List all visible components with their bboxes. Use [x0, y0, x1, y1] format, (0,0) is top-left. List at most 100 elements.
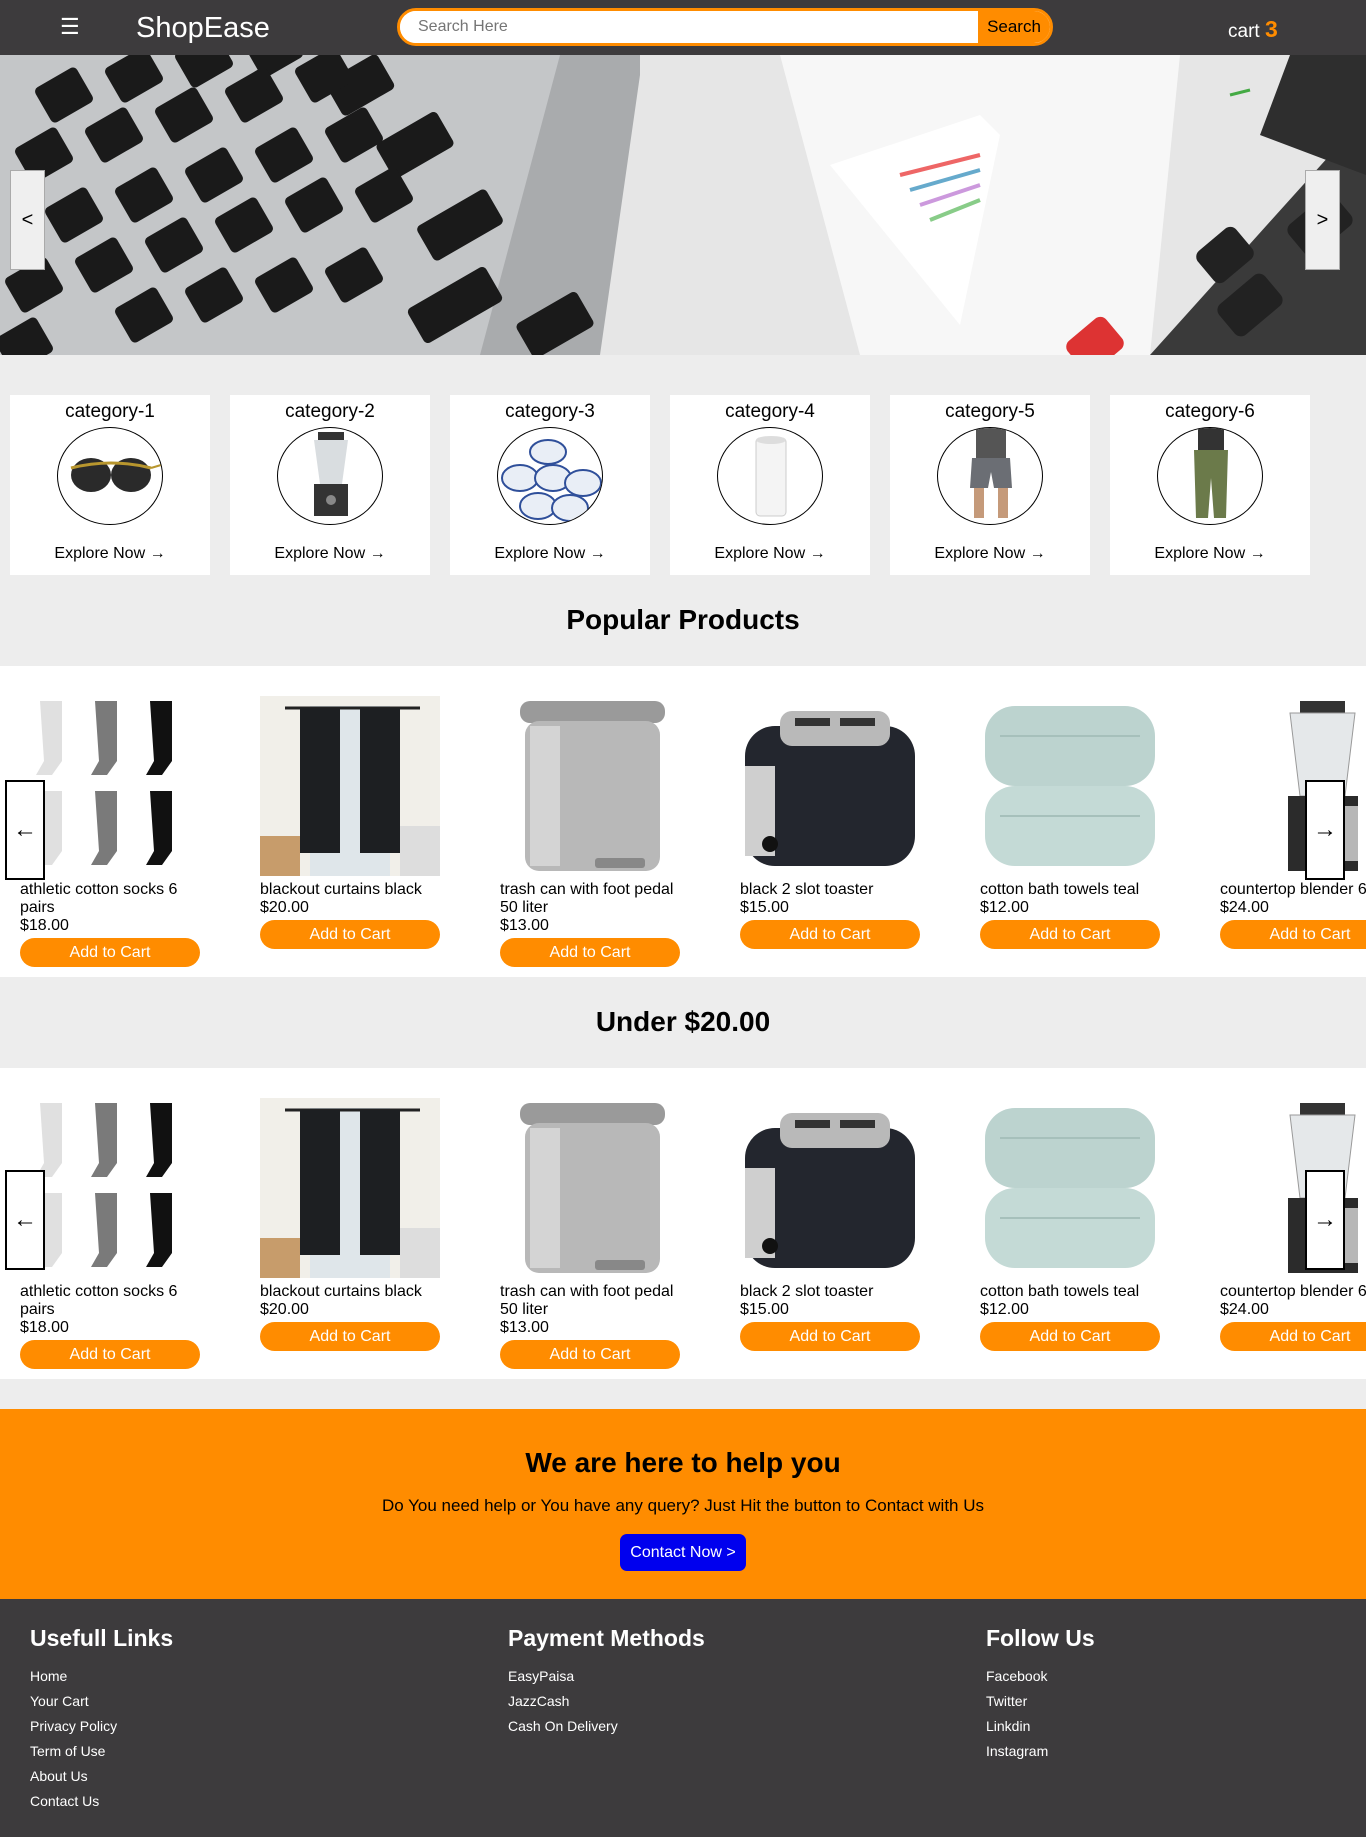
product-name[interactable]: cotton bath towels teal [980, 1283, 1160, 1301]
add-to-cart-button[interactable]: Add to Cart [20, 938, 200, 967]
product-price: $20.00 [260, 1301, 309, 1318]
explore-now-link[interactable]: Explore Now → [670, 545, 870, 563]
popular-products-title: Popular Products [566, 604, 800, 635]
popular-products-carousel: athletic cotton socks 6 pairs $18.00 Add… [0, 666, 1366, 977]
add-to-cart-button[interactable]: Add to Cart [20, 1340, 200, 1369]
footer-useful-links: Usefull Links Home Your Cart Privacy Pol… [30, 1625, 173, 1814]
carousel-prev-arrow-icon[interactable]: ← [5, 780, 45, 880]
product-name[interactable]: countertop blender 6 [1220, 1283, 1366, 1301]
curtains-image [260, 1098, 440, 1278]
explore-now-link[interactable]: Explore Now → [1110, 545, 1310, 563]
brand-logo[interactable]: ShopEase [136, 10, 270, 46]
add-to-cart-button[interactable]: Add to Cart [740, 1322, 920, 1351]
shorts-image [937, 427, 1043, 525]
category-card-3[interactable]: category-3 Explore Now → [450, 395, 650, 575]
category-name: category-3 [505, 401, 595, 422]
top-navbar: ☰ ShopEase Search cart 3 [0, 0, 1366, 55]
category-card-5[interactable]: category-5 Explore Now → [890, 395, 1090, 575]
socks-image [20, 1098, 200, 1278]
add-to-cart-button[interactable]: Add to Cart [980, 920, 1160, 949]
help-text: Do You need help or You have any query? … [381, 1496, 984, 1515]
search-button[interactable]: Search [978, 11, 1050, 43]
product-price: $18.00 [20, 917, 69, 934]
add-to-cart-button[interactable]: Add to Cart [260, 920, 440, 949]
product-card: athletic cotton socks 6 pairs $18.00 Add… [20, 696, 200, 967]
footer-link-about-us[interactable]: About Us [30, 1764, 173, 1789]
product-name[interactable]: black 2 slot toaster [740, 881, 920, 899]
category-card-1[interactable]: category-1 Explore Now → [10, 395, 210, 575]
cart-label: cart [1228, 21, 1260, 42]
search-bar: Search [397, 8, 1053, 46]
hero-next-button[interactable]: > [1305, 170, 1340, 270]
add-to-cart-button[interactable]: Add to Cart [260, 1322, 440, 1351]
product-price: $13.00 [500, 917, 549, 934]
contact-now-button[interactable]: Contact Now > [620, 1534, 746, 1571]
product-name[interactable]: athletic cotton socks 6 pairs [20, 1283, 200, 1319]
product-card: trash can with foot pedal 50 liter $13.0… [500, 696, 680, 967]
add-to-cart-button[interactable]: Add to Cart [1220, 1322, 1366, 1351]
footer-heading: Payment Methods [508, 1625, 705, 1651]
footer-link-your-cart[interactable]: Your Cart [30, 1689, 173, 1714]
category-card-4[interactable]: category-4 Explore Now → [670, 395, 870, 575]
add-to-cart-button[interactable]: Add to Cart [980, 1322, 1160, 1351]
curtains-image [260, 696, 440, 876]
footer-link-cash-on-delivery[interactable]: Cash On Delivery [508, 1714, 705, 1739]
category-name: category-1 [65, 401, 155, 422]
product-name[interactable]: blackout curtains black [260, 1283, 440, 1301]
blender-image [277, 427, 383, 525]
footer-link-privacy-policy[interactable]: Privacy Policy [30, 1714, 173, 1739]
product-price: $18.00 [20, 1319, 69, 1336]
cart-link[interactable]: cart 3 [1228, 15, 1278, 46]
product-name[interactable]: athletic cotton socks 6 pairs [20, 881, 200, 917]
footer-link-easypaisa[interactable]: EasyPaisa [508, 1664, 705, 1689]
category-name: category-4 [725, 401, 815, 422]
explore-now-link[interactable]: Explore Now → [230, 545, 430, 563]
bath-towels-image [980, 1098, 1160, 1278]
product-name[interactable]: black 2 slot toaster [740, 1283, 920, 1301]
product-name[interactable]: cotton bath towels teal [980, 881, 1160, 899]
add-to-cart-button[interactable]: Add to Cart [740, 920, 920, 949]
explore-now-link[interactable]: Explore Now → [10, 545, 210, 563]
product-card: black 2 slot toaster $15.00 Add to Cart [740, 696, 920, 949]
product-name[interactable]: trash can with foot pedal 50 liter [500, 1283, 680, 1319]
help-section: We are here to help you Do You need help… [0, 1409, 1366, 1599]
footer-link-twitter[interactable]: Twitter [986, 1689, 1095, 1714]
product-card: athletic cotton socks 6 pairs $18.00 Add… [20, 1098, 200, 1369]
footer-link-facebook[interactable]: Facebook [986, 1664, 1095, 1689]
category-card-6[interactable]: category-6 Explore Now → [1110, 395, 1310, 575]
footer-link-home[interactable]: Home [30, 1664, 173, 1689]
carousel-next-arrow-icon[interactable]: → [1305, 1170, 1345, 1270]
hero-prev-button[interactable]: < [10, 170, 45, 270]
product-card: blackout curtains black $20.00 Add to Ca… [260, 696, 440, 949]
explore-now-link[interactable]: Explore Now → [890, 545, 1090, 563]
carousel-next-arrow-icon[interactable]: → [1305, 780, 1345, 880]
category-name: category-6 [1165, 401, 1255, 422]
footer: Usefull Links Home Your Cart Privacy Pol… [0, 1599, 1366, 1837]
cart-count-badge: 3 [1264, 16, 1278, 42]
product-name[interactable]: trash can with foot pedal 50 liter [500, 881, 680, 917]
add-to-cart-button[interactable]: Add to Cart [500, 938, 680, 967]
footer-link-instagram[interactable]: Instagram [986, 1739, 1095, 1764]
socks-image [20, 696, 200, 876]
footer-link-linkdin[interactable]: Linkdin [986, 1714, 1095, 1739]
footer-link-term-of-use[interactable]: Term of Use [30, 1739, 173, 1764]
explore-now-link[interactable]: Explore Now → [450, 545, 650, 563]
footer-link-jazzcash[interactable]: JazzCash [508, 1689, 705, 1714]
under-20-title: Under $20.00 [595, 1006, 771, 1037]
footer-follow-us: Follow Us Facebook Twitter Linkdin Insta… [986, 1625, 1095, 1764]
product-name[interactable]: countertop blender 6 [1220, 881, 1366, 899]
product-name[interactable]: blackout curtains black [260, 881, 440, 899]
hero-image [0, 55, 1366, 355]
hamburger-menu-icon[interactable]: ☰ [60, 14, 80, 40]
search-input[interactable] [400, 11, 981, 43]
product-price: $12.00 [980, 899, 1029, 916]
add-to-cart-button[interactable]: Add to Cart [1220, 920, 1366, 949]
category-card-2[interactable]: category-2 Explore Now → [230, 395, 430, 575]
jogger-pants-image [1157, 427, 1263, 525]
footer-link-contact-us[interactable]: Contact Us [30, 1789, 173, 1814]
add-to-cart-button[interactable]: Add to Cart [500, 1340, 680, 1369]
footer-heading: Usefull Links [30, 1625, 174, 1651]
carousel-prev-arrow-icon[interactable]: ← [5, 1170, 45, 1270]
product-card: trash can with foot pedal 50 liter $13.0… [500, 1098, 680, 1369]
product-price: $24.00 [1220, 899, 1269, 916]
